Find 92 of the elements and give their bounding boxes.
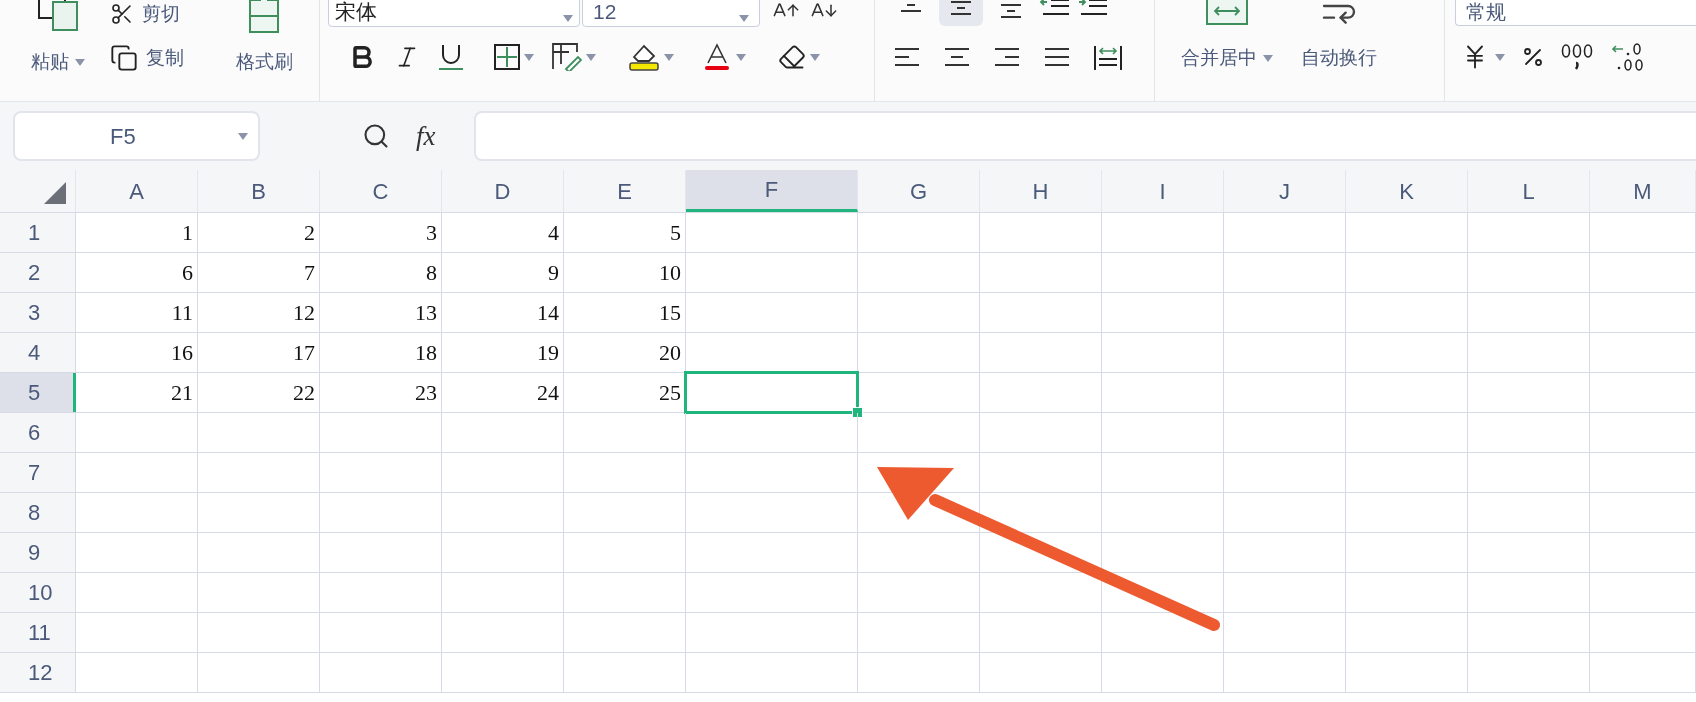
copy-icon[interactable] xyxy=(110,44,138,72)
cell-value: 19 xyxy=(537,339,559,367)
cell-value: 15 xyxy=(659,299,681,327)
caret-icon[interactable] xyxy=(563,15,573,22)
row-header[interactable]: 10 xyxy=(0,573,76,612)
cell-value: 10 xyxy=(659,259,681,287)
eraser-icon[interactable] xyxy=(778,43,806,71)
font-size-field[interactable]: 12 xyxy=(582,0,760,27)
align-left-icon[interactable] xyxy=(893,45,921,69)
name-box[interactable]: F5 xyxy=(13,111,260,161)
row-header[interactable]: 3 xyxy=(0,293,76,332)
cell-value: 24 xyxy=(537,379,559,407)
caret-icon[interactable] xyxy=(238,132,248,140)
font-color-icon[interactable] xyxy=(702,43,732,71)
column-header[interactable]: H xyxy=(980,170,1102,212)
row-header[interactable]: 4 xyxy=(0,333,76,372)
distributed-align-icon[interactable] xyxy=(1093,45,1123,71)
cell-value: 20 xyxy=(659,339,681,367)
caret-icon[interactable] xyxy=(524,53,534,61)
decimal-places-icon[interactable] xyxy=(1611,42,1645,72)
row-header[interactable]: 9 xyxy=(0,533,76,572)
cell-value: 8 xyxy=(426,259,437,287)
caret-icon[interactable] xyxy=(736,53,746,61)
cell-value: 9 xyxy=(548,259,559,287)
cell-value: 6 xyxy=(182,259,193,287)
caret-icon[interactable] xyxy=(1495,53,1505,61)
paste-caret-icon[interactable] xyxy=(75,58,85,66)
caret-icon[interactable] xyxy=(1263,54,1273,62)
function-label[interactable]: fx xyxy=(416,115,436,157)
cell-value: 4 xyxy=(548,219,559,247)
cell-value: 23 xyxy=(415,379,437,407)
caret-icon[interactable] xyxy=(810,53,820,61)
caret-icon[interactable] xyxy=(739,15,749,22)
thousands-separator-icon[interactable] xyxy=(1561,43,1595,71)
column-header[interactable]: D xyxy=(442,170,564,212)
fill-handle[interactable] xyxy=(852,407,863,418)
formula-input[interactable] xyxy=(473,111,1696,161)
vertical-align-button[interactable] xyxy=(939,0,983,26)
column-header[interactable]: C xyxy=(320,170,442,212)
cell-value: 16 xyxy=(171,339,193,367)
row-header[interactable]: 5 xyxy=(0,373,76,412)
percent-icon[interactable] xyxy=(1521,45,1545,69)
column-header[interactable]: M xyxy=(1590,170,1696,212)
column-header[interactable]: I xyxy=(1102,170,1224,212)
cell-value: 21 xyxy=(171,379,193,407)
font-name-field[interactable]: 宋体 xyxy=(328,0,580,27)
cut-icon[interactable] xyxy=(110,2,134,26)
cut-button[interactable]: 剪切 xyxy=(142,0,180,29)
row-header[interactable]: 2 xyxy=(0,253,76,292)
cell-value: 5 xyxy=(670,219,681,247)
column-header[interactable]: F xyxy=(686,170,858,212)
copy-button[interactable]: 复制 xyxy=(146,43,184,73)
cell-value: 11 xyxy=(171,299,193,327)
cell-value: 12 xyxy=(293,299,315,327)
merge-center-button[interactable]: 合并居中 xyxy=(1181,44,1257,73)
borders-icon[interactable] xyxy=(494,44,520,70)
format-painter-button[interactable]: 格式刷 xyxy=(235,48,293,77)
paste-label[interactable]: 粘贴 xyxy=(31,48,69,77)
underline-icon[interactable] xyxy=(438,43,464,71)
fill-color-icon[interactable] xyxy=(628,43,660,71)
cell-value: 25 xyxy=(659,379,681,407)
number-format-field[interactable]: 常规 xyxy=(1455,0,1696,26)
row-header[interactable]: 11 xyxy=(0,613,76,652)
cell-style-icon[interactable] xyxy=(552,43,582,71)
align-right-icon[interactable] xyxy=(993,45,1021,69)
row-header[interactable]: 1 xyxy=(0,213,76,252)
select-all-icon[interactable] xyxy=(44,182,66,204)
wrap-text-button[interactable]: 自动换行 xyxy=(1301,44,1377,73)
cell-value: 17 xyxy=(293,339,315,367)
row-header[interactable]: 7 xyxy=(0,453,76,492)
column-header[interactable]: L xyxy=(1468,170,1590,212)
column-header[interactable]: A xyxy=(76,170,198,212)
cell-value: 22 xyxy=(293,379,315,407)
column-header[interactable]: B xyxy=(198,170,320,212)
cell-value: 3 xyxy=(426,219,437,247)
align-center-icon[interactable] xyxy=(943,45,971,69)
cell-value: 7 xyxy=(304,259,315,287)
caret-icon[interactable] xyxy=(586,53,596,61)
cell-value: 13 xyxy=(415,299,437,327)
row-header[interactable]: 12 xyxy=(0,653,76,692)
row-header[interactable]: 8 xyxy=(0,493,76,532)
cell-value: 1 xyxy=(182,219,193,247)
column-header[interactable]: J xyxy=(1224,170,1346,212)
row-header[interactable]: 6 xyxy=(0,413,76,452)
justify-icon[interactable] xyxy=(1043,45,1071,69)
cell-value: 18 xyxy=(415,339,437,367)
cell-value: 2 xyxy=(304,219,315,247)
column-header[interactable]: K xyxy=(1346,170,1468,212)
column-header[interactable]: G xyxy=(858,170,980,212)
caret-icon[interactable] xyxy=(664,53,674,61)
cell-value: 14 xyxy=(537,299,559,327)
zoom-search-icon[interactable] xyxy=(362,122,390,150)
